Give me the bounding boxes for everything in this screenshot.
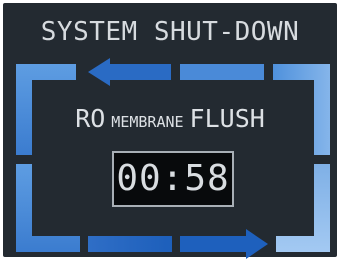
frame-segment-bottom-left: [88, 236, 172, 252]
countdown-timer: 00:58: [112, 151, 234, 207]
arrow-left-icon: [88, 58, 171, 86]
process-label-word-3: FLUSH: [189, 104, 265, 133]
frame-corner-bottom-left: [16, 164, 80, 252]
frame-corner-bottom-right: [276, 164, 330, 252]
arrow-right-icon: [180, 229, 268, 259]
process-label: RO MEMBRANE FLUSH: [0, 104, 340, 137]
process-label-word-2: MEMBRANE: [111, 113, 184, 131]
frame-segment-top-middle: [180, 64, 264, 80]
process-label-word-1: RO: [75, 104, 106, 133]
